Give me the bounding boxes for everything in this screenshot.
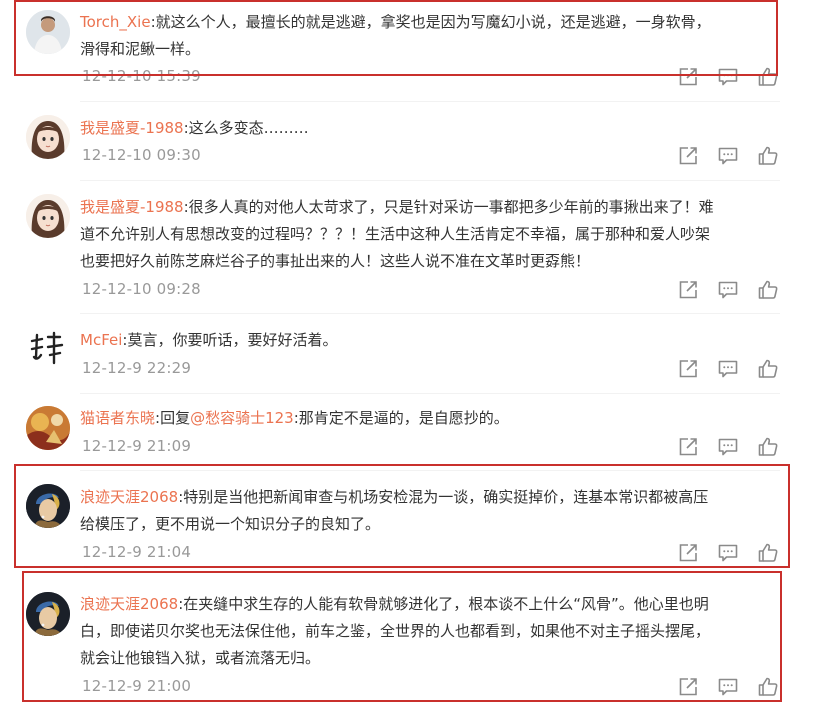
divider xyxy=(80,101,780,102)
like-icon[interactable] xyxy=(757,145,779,167)
comment-actions xyxy=(677,145,777,167)
comment-timestamp: 12-12-9 21:00 xyxy=(82,677,192,695)
comment-text: 特别是当他把新闻审查与机场安检混为一谈，确实挺掉价，连基本常识都被高压 xyxy=(183,488,709,506)
comment-username[interactable]: McFei xyxy=(80,331,122,349)
comment-icon[interactable] xyxy=(717,279,739,301)
like-icon[interactable] xyxy=(757,358,779,380)
cartoon-girl-avatar[interactable] xyxy=(26,194,70,238)
comment-icon[interactable] xyxy=(717,542,739,564)
person-photo-avatar[interactable] xyxy=(26,10,70,54)
comment-timestamp: 12-12-9 21:04 xyxy=(82,543,192,561)
comment-actions xyxy=(677,279,777,301)
comment-username[interactable]: 猫语者东晓 xyxy=(80,409,155,427)
pearl-earring-girl-avatar[interactable] xyxy=(26,592,70,636)
comment-actions xyxy=(677,358,777,380)
share-icon[interactable] xyxy=(677,676,699,698)
share-icon[interactable] xyxy=(677,66,699,88)
comment-text: 那肯定不是逼的，是自愿抄的。 xyxy=(298,409,509,427)
share-icon[interactable] xyxy=(677,542,699,564)
comment-username[interactable]: 浪迹天涯2068 xyxy=(80,595,178,613)
comment-text: 很多人真的对他人太苛求了，只是针对采访一事都把多少年前的事揪出来了！难 xyxy=(188,198,714,216)
comment-actions xyxy=(677,436,777,458)
divider xyxy=(80,393,780,394)
comment-text: 在夹缝中求生存的人能有软骨就够进化了，根本谈不上什么“风骨”。他心里也明 xyxy=(183,595,709,613)
share-icon[interactable] xyxy=(677,436,699,458)
comment-icon[interactable] xyxy=(717,66,739,88)
like-icon[interactable] xyxy=(757,676,779,698)
comment-text-cont: 道不允许别人有思想改变的过程吗？？？！生活中这种人生活肯定不幸福，属于那种和爱人… xyxy=(80,225,711,243)
like-icon[interactable] xyxy=(757,279,779,301)
divider xyxy=(80,180,780,181)
comment-text-cont: 也要把好久前陈芝麻烂谷子的事扯出来的人！这些人说不准在文革时更孬熊！ xyxy=(80,252,591,270)
comment-timestamp: 12-12-9 22:29 xyxy=(82,359,192,377)
comment-username[interactable]: 浪迹天涯2068 xyxy=(80,488,178,506)
like-icon[interactable] xyxy=(757,66,779,88)
comment-text: 莫言，你要听话，要好好活着。 xyxy=(127,331,338,349)
painting-avatar[interactable] xyxy=(26,406,70,450)
like-icon[interactable] xyxy=(757,542,779,564)
calligraphy-avatar[interactable] xyxy=(26,327,70,371)
comment-timestamp: 12-12-10 09:28 xyxy=(82,280,201,298)
comment-timestamp: 12-12-10 15:39 xyxy=(82,67,201,85)
comment-username[interactable]: Torch_Xie xyxy=(80,13,151,31)
share-icon[interactable] xyxy=(677,279,699,301)
comment-text-cont: 给模压了，更不用说一个知识分子的良知了。 xyxy=(80,515,381,533)
pearl-earring-girl-avatar[interactable] xyxy=(26,484,70,528)
comment-text-cont: 滑得和泥鳅一样。 xyxy=(80,40,201,58)
comment-text-cont: 就会让他锒铛入狱，或者流落无归。 xyxy=(80,649,321,667)
comment-actions xyxy=(677,676,777,698)
comment-icon[interactable] xyxy=(717,436,739,458)
comment-icon[interactable] xyxy=(717,145,739,167)
share-icon[interactable] xyxy=(677,145,699,167)
comment-actions xyxy=(677,542,777,564)
comment-text: 这么多变态……… xyxy=(188,119,309,137)
comment-text: 就这么个人，最擅长的就是逃避，拿奖也是因为写魔幻小说，还是逃避，一身软骨， xyxy=(155,13,711,31)
divider xyxy=(80,470,780,471)
comment-timestamp: 12-12-10 09:30 xyxy=(82,146,201,164)
comment-icon[interactable] xyxy=(717,358,739,380)
comment-text-cont: 白，即使诺贝尔奖也无法保住他，前车之鉴，全世界的人也都看到，如果他不对主子摇头摆… xyxy=(80,622,711,640)
like-icon[interactable] xyxy=(757,436,779,458)
divider xyxy=(80,313,780,314)
cartoon-girl-avatar[interactable] xyxy=(26,115,70,159)
comment-username[interactable]: 我是盛夏-1988 xyxy=(80,119,184,137)
mention-link[interactable]: @愁容骑士123 xyxy=(190,409,294,427)
comment-icon[interactable] xyxy=(717,676,739,698)
comment-username[interactable]: 我是盛夏-1988 xyxy=(80,198,184,216)
comment-actions xyxy=(677,66,777,88)
share-icon[interactable] xyxy=(677,358,699,380)
reply-prefix: 回复 xyxy=(160,409,191,427)
comment-timestamp: 12-12-9 21:09 xyxy=(82,437,192,455)
